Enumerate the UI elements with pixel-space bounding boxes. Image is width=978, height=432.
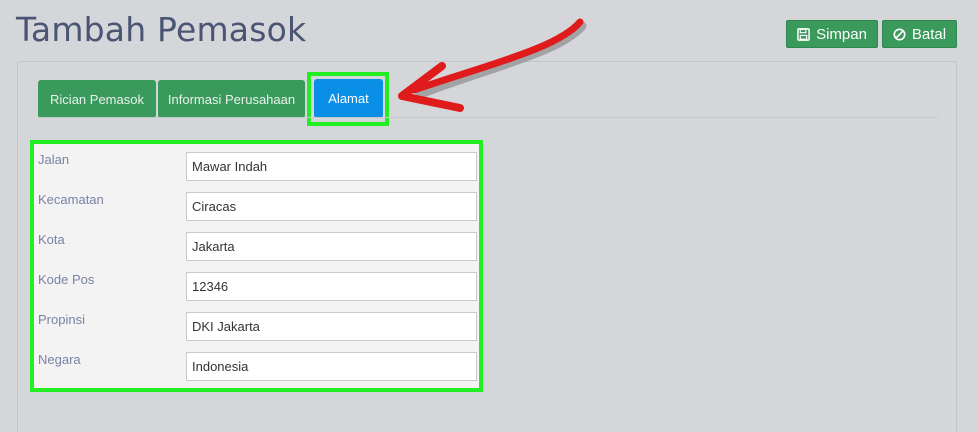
tab-label: Alamat [328,91,369,106]
tab-rician-pemasok[interactable]: Rician Pemasok [38,80,156,118]
kota-label: Kota [38,232,65,247]
ban-icon [893,27,906,41]
tab-divider [38,117,938,118]
negara-label: Negara [38,352,81,367]
tab-label: Informasi Perusahaan [167,91,296,107]
jalan-label: Jalan [38,152,70,167]
propinsi-input[interactable] [186,312,477,341]
cancel-button-label: Batal [911,25,947,43]
form-row-kode-pos: Kode Pos [34,267,479,307]
propinsi-label: Propinsi [38,312,85,327]
tab-informasi-perusahaan[interactable]: Informasi Perusahaan [158,80,305,118]
form-row-propinsi: Propinsi [34,307,479,347]
tab-alamat[interactable]: Alamat [314,79,383,118]
jalan-input[interactable] [186,152,477,181]
kode-pos-input[interactable] [186,272,477,301]
form-row-jalan: Jalan [34,147,479,187]
floppy-disk-icon [797,27,810,41]
save-button-label: Simpan [816,25,867,43]
kecamatan-label: Kecamatan [38,192,104,207]
kota-input[interactable] [186,232,477,261]
negara-input[interactable] [186,352,477,381]
form-row-kecamatan: Kecamatan [34,187,479,227]
pointer-arrow-icon [398,18,587,112]
kecamatan-input[interactable] [186,192,477,221]
form-row-negara: Negara [34,347,479,387]
tab-label: Rician Pemasok [50,91,144,107]
form-row-kota: Kota [34,227,479,267]
page-title: Tambah Pemasok [16,10,307,49]
cancel-button[interactable]: Batal [882,20,957,48]
save-button[interactable]: Simpan [786,20,878,48]
address-form: Jalan Kecamatan Kota Kode Pos Propinsi N… [30,140,483,392]
kode-pos-label: Kode Pos [38,272,95,287]
